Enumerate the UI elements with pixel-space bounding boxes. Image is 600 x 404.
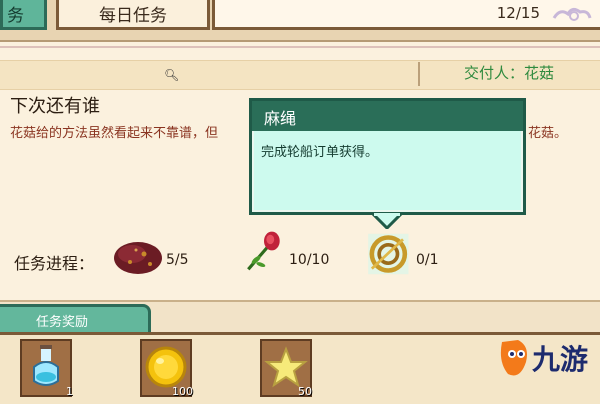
quest-giver: 交付人：花菇 — [463, 64, 554, 82]
rope-icon[interactable] — [364, 232, 420, 276]
reward-star-count: 50 — [298, 385, 312, 398]
divider — [0, 46, 600, 48]
tab-daily-quests[interactable]: 每日任务 — [56, 0, 210, 30]
reward-potion-count: 1 — [66, 385, 73, 398]
tooltip-title: 麻绳 — [264, 109, 297, 128]
rose-icon[interactable] — [236, 230, 292, 274]
quest-description: 花菇给的方法虽然看起来不靠谱，但 — [10, 126, 219, 141]
quest-progress-label: 任务进程： — [14, 254, 95, 273]
jiuyou-logo-icon — [500, 340, 527, 376]
reward-gold-count: 100 — [172, 385, 193, 398]
quest-progress-count: 12/15 — [496, 4, 540, 22]
tab-main-quests[interactable]: 务 — [0, 0, 47, 30]
meat-icon[interactable] — [110, 236, 166, 280]
quest-description-end: 花菇。 — [528, 126, 568, 141]
tab-main-label: 务 — [7, 6, 24, 26]
rope-count: 0/1 — [416, 252, 439, 268]
tab-daily-label: 每日任务 — [99, 6, 167, 26]
cloud-decoration-icon — [552, 7, 592, 21]
magnifier-cursor-icon: 🔍︎ — [164, 68, 180, 82]
tab-rewards-label: 任务奖励 — [36, 315, 89, 330]
tooltip-description: 完成轮船订单获得。 — [261, 145, 379, 160]
quest-progress-box — [212, 0, 600, 30]
watermark-logo-text: 九游 — [532, 343, 589, 376]
tooltip-arrow-icon — [372, 213, 402, 229]
quest-title: 下次还有谁 — [10, 96, 100, 117]
reward-slot-potion[interactable] — [20, 339, 72, 397]
meat-count: 5/5 — [166, 252, 189, 268]
rose-count: 10/10 — [289, 252, 330, 268]
divider — [418, 62, 420, 86]
potion-icon — [33, 345, 59, 386]
